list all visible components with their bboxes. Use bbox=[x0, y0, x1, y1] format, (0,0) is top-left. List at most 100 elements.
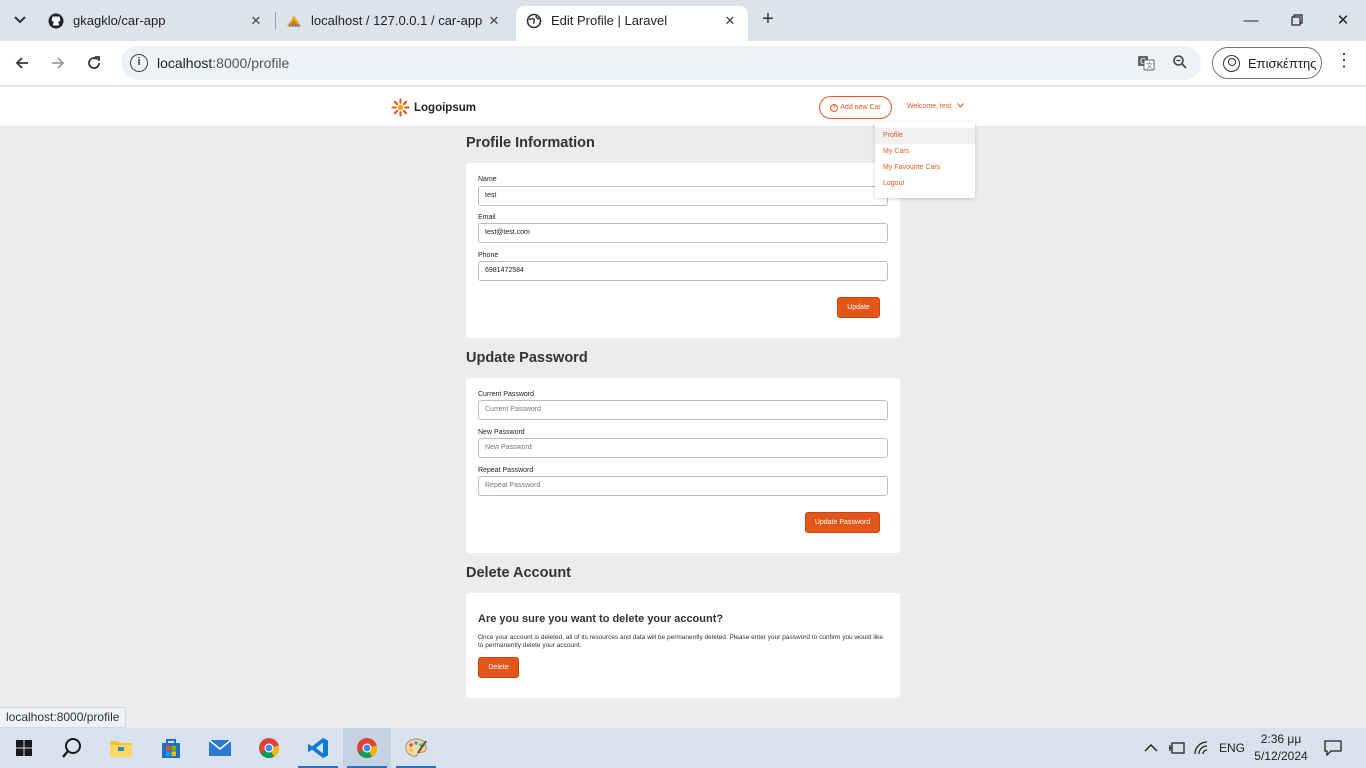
translate-icon[interactable]: G文 bbox=[1137, 54, 1155, 72]
search-icon bbox=[62, 738, 81, 758]
chrome-button[interactable] bbox=[245, 728, 293, 768]
paint-palette-icon bbox=[405, 738, 427, 757]
site-header: Logoipsum + Add new Car Welcome, test bbox=[0, 87, 1366, 127]
chevron-down-icon bbox=[14, 16, 26, 24]
tab-search-button[interactable] bbox=[8, 8, 32, 32]
windows-icon bbox=[16, 740, 32, 756]
close-icon[interactable]: ✕ bbox=[248, 13, 264, 29]
add-new-car-button[interactable]: + Add new Car bbox=[819, 96, 892, 119]
delete-question: Are you sure you want to delete your acc… bbox=[478, 613, 724, 625]
forward-button[interactable] bbox=[44, 49, 72, 77]
status-url-bubble: localhost:8000/profile bbox=[0, 707, 127, 728]
url-text[interactable]: localhost:8000/profile bbox=[157, 55, 289, 71]
address-bar[interactable]: i localhost:8000/profile G文 bbox=[121, 46, 1201, 80]
close-icon[interactable]: ✕ bbox=[486, 13, 502, 29]
language-indicator[interactable]: ENG bbox=[1219, 728, 1245, 768]
profile-card: Name test Email test@test.com Phone 6981… bbox=[466, 163, 900, 338]
chrome-icon bbox=[259, 738, 280, 759]
show-hidden-icons-button[interactable] bbox=[1144, 728, 1158, 768]
name-field[interactable]: test bbox=[478, 186, 888, 206]
folder-icon bbox=[110, 741, 132, 757]
repeat-password-field[interactable]: Repeat Password bbox=[478, 476, 888, 496]
delete-description: Once your account is deleted, all of its… bbox=[478, 634, 884, 649]
menu-item-my-cars[interactable]: My Cars bbox=[875, 144, 975, 160]
profile-button[interactable]: Επισκέπτης bbox=[1212, 47, 1322, 79]
url-host: localhost bbox=[157, 55, 213, 71]
github-icon bbox=[48, 13, 64, 29]
zoom-icon[interactable] bbox=[1171, 54, 1189, 72]
notifications-button[interactable] bbox=[1324, 728, 1342, 768]
person-icon bbox=[1223, 54, 1240, 72]
logo-text: Logoipsum bbox=[414, 101, 476, 114]
menu-item-favourite-cars[interactable]: My Favourite Cars bbox=[875, 160, 975, 176]
email-label: Email bbox=[478, 214, 496, 221]
reload-icon bbox=[88, 56, 100, 69]
svg-text:PMA: PMA bbox=[289, 23, 301, 29]
tab-title: gkagklo/car-app bbox=[73, 13, 166, 28]
tab-edit-profile[interactable]: Edit Profile | Laravel ✕ bbox=[516, 6, 748, 41]
close-window-button[interactable]: ✕ bbox=[1320, 0, 1366, 40]
restore-icon bbox=[1291, 14, 1303, 26]
store-icon bbox=[162, 739, 180, 758]
tab-title: localhost / 127.0.0.1 / car-app | bbox=[311, 13, 486, 28]
menu-item-profile[interactable]: Profile bbox=[875, 128, 975, 144]
plus-circle-icon: + bbox=[830, 103, 839, 112]
mail-button[interactable] bbox=[196, 728, 244, 768]
email-field[interactable]: test@test.com bbox=[478, 223, 888, 243]
start-button[interactable] bbox=[0, 728, 48, 768]
update-password-button[interactable]: Update Password bbox=[805, 512, 880, 533]
arrow-right-icon bbox=[52, 57, 65, 69]
welcome-label: Welcome, test bbox=[907, 103, 952, 110]
clock-date: 5/12/2024 bbox=[1254, 749, 1308, 763]
reload-button[interactable] bbox=[80, 49, 108, 77]
browser-toolbar: i localhost:8000/profile G文 Επισκέπτης ⋮ bbox=[0, 41, 1366, 86]
search-button[interactable] bbox=[48, 728, 96, 768]
phone-field[interactable]: 6981472584 bbox=[478, 261, 888, 281]
current-password-field[interactable]: Current Password bbox=[478, 400, 888, 420]
globe-icon bbox=[526, 13, 542, 29]
site-info-icon[interactable]: i bbox=[130, 54, 148, 72]
new-password-field[interactable]: New Password bbox=[478, 438, 888, 458]
mail-icon bbox=[208, 739, 232, 756]
add-car-label: Add new Car bbox=[840, 104, 881, 111]
chrome-active-button[interactable] bbox=[343, 728, 391, 768]
taskbar: ENG 2:36 μμ 5/12/2024 bbox=[0, 728, 1366, 768]
profile-label: Επισκέπτης bbox=[1248, 55, 1317, 71]
vscode-button[interactable] bbox=[294, 728, 342, 768]
update-profile-button[interactable]: Update bbox=[837, 297, 880, 318]
battery-network-icon[interactable] bbox=[1168, 728, 1186, 768]
tab-github[interactable]: gkagklo/car-app ✕ bbox=[38, 6, 274, 35]
close-icon[interactable]: ✕ bbox=[722, 13, 738, 29]
user-menu-toggle[interactable]: Welcome, test bbox=[907, 103, 965, 110]
delete-account-button[interactable]: Delete bbox=[478, 657, 519, 678]
profile-section-title: Profile Information bbox=[466, 135, 595, 151]
paint-button[interactable] bbox=[392, 728, 440, 768]
current-password-label: Current Password bbox=[478, 391, 535, 398]
minimize-button[interactable]: — bbox=[1228, 0, 1274, 40]
phone-label: Phone bbox=[478, 252, 499, 259]
vscode-icon bbox=[308, 738, 328, 758]
logo-icon bbox=[391, 98, 410, 117]
menu-icon[interactable]: ⋮ bbox=[1334, 50, 1354, 76]
new-tab-button[interactable]: + bbox=[757, 9, 779, 31]
user-dropdown-menu: Profile My Cars My Favourite Cars Logout bbox=[875, 122, 975, 198]
phpmyadmin-icon: PMA bbox=[286, 13, 302, 29]
browser-tab-strip: gkagklo/car-app ✕ PMA localhost / 127.0.… bbox=[0, 0, 1366, 41]
delete-section-title: Delete Account bbox=[466, 565, 572, 581]
tab-phpmyadmin[interactable]: PMA localhost / 127.0.0.1 / car-app | ✕ bbox=[276, 6, 512, 35]
clock-time: 2:36 μμ bbox=[1260, 732, 1302, 746]
store-button[interactable] bbox=[147, 728, 195, 768]
logo[interactable]: Logoipsum bbox=[391, 98, 476, 117]
chevron-up-icon bbox=[1144, 743, 1158, 752]
name-label: Name bbox=[478, 176, 497, 183]
chevron-down-icon bbox=[957, 103, 965, 110]
wifi-icon[interactable] bbox=[1194, 728, 1210, 768]
back-button[interactable] bbox=[8, 49, 36, 77]
svg-text:文: 文 bbox=[1146, 61, 1153, 70]
chrome-icon bbox=[357, 738, 378, 759]
menu-item-logout[interactable]: Logout bbox=[875, 176, 975, 192]
repeat-password-label: Repeat Password bbox=[478, 467, 534, 474]
restore-button[interactable] bbox=[1274, 0, 1320, 40]
clock[interactable]: 2:36 μμ 5/12/2024 bbox=[1254, 731, 1308, 765]
file-explorer-button[interactable] bbox=[97, 728, 145, 768]
